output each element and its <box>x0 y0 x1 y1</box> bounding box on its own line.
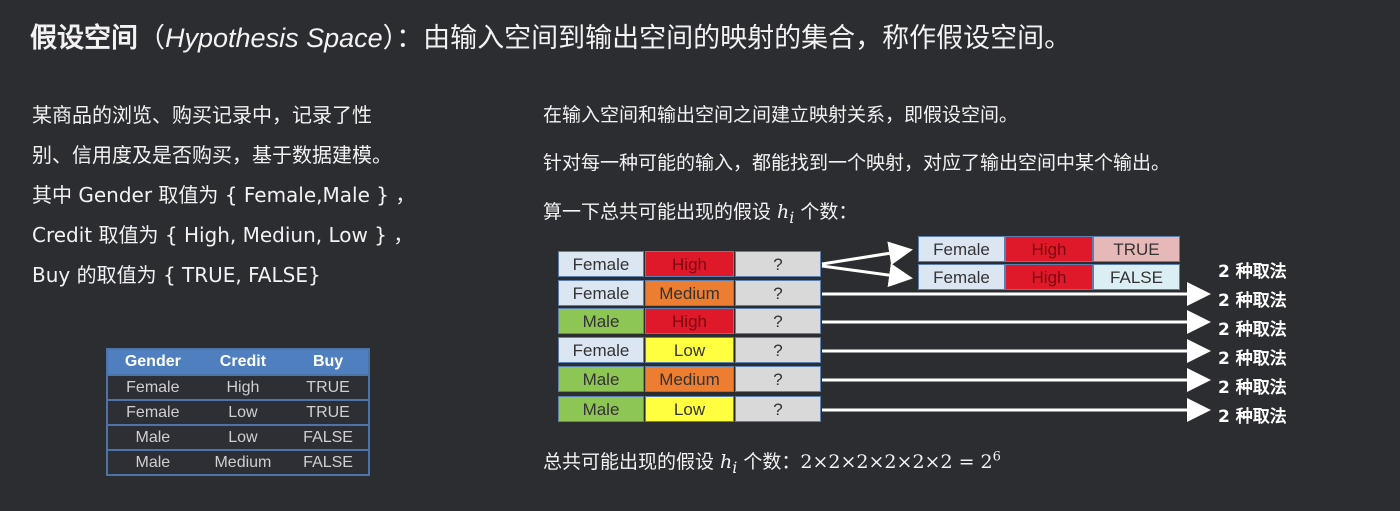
arrow <box>821 263 913 288</box>
diagram-cell: Female <box>558 251 644 277</box>
diagram-cell: Male <box>558 396 644 422</box>
diagram-cell: ? <box>735 308 821 334</box>
diagram-cell: Medium <box>645 280 734 306</box>
formula-expression: 2×2×2×2×2×2 = 2 <box>800 451 993 473</box>
diagram-cell: High <box>645 308 734 334</box>
diagram-cell: Female <box>558 280 644 306</box>
diagram-cell: High <box>1005 236 1093 262</box>
count-label: 2 种取法 <box>1218 262 1287 282</box>
diagram-cell: High <box>1005 264 1093 290</box>
text: 个数： <box>737 451 801 473</box>
diagram-cell: FALSE <box>1093 264 1180 290</box>
diagram-cell: Female <box>558 337 644 363</box>
formula: 总共可能出现的假设 hi 个数：2×2×2×2×2×2 = 26 <box>543 447 1001 477</box>
diagram-cell: ? <box>735 396 821 422</box>
count-label: 2 种取法 <box>1218 378 1287 398</box>
count-label: 2 种取法 <box>1218 407 1287 427</box>
diagram-cell: ? <box>735 251 821 277</box>
diagram-cell: Female <box>918 236 1005 262</box>
var-h: h <box>720 451 733 473</box>
diagram-cell: ? <box>735 280 821 306</box>
count-label: 2 种取法 <box>1218 349 1287 369</box>
diagram-cell: ? <box>735 337 821 363</box>
diagram-cell: TRUE <box>1093 236 1180 262</box>
diagram-cell: Male <box>558 366 644 392</box>
slide: 假设空间（Hypothesis Space）：由输入空间到输出空间的映射的集合，… <box>0 0 1400 511</box>
diagram-cell: Male <box>558 308 644 334</box>
diagram-cell: ? <box>735 366 821 392</box>
diagram-cell: High <box>645 251 734 277</box>
text: 总共可能出现的假设 <box>543 451 721 473</box>
diagram-cell: Low <box>645 337 734 363</box>
arrow <box>821 241 913 266</box>
diagram-cell: Low <box>645 396 734 422</box>
count-label: 2 种取法 <box>1218 291 1287 311</box>
formula-exponent: 6 <box>992 449 1001 465</box>
count-label: 2 种取法 <box>1218 320 1287 340</box>
diagram-cell: Medium <box>645 366 734 392</box>
diagram-cell: Female <box>918 264 1005 290</box>
